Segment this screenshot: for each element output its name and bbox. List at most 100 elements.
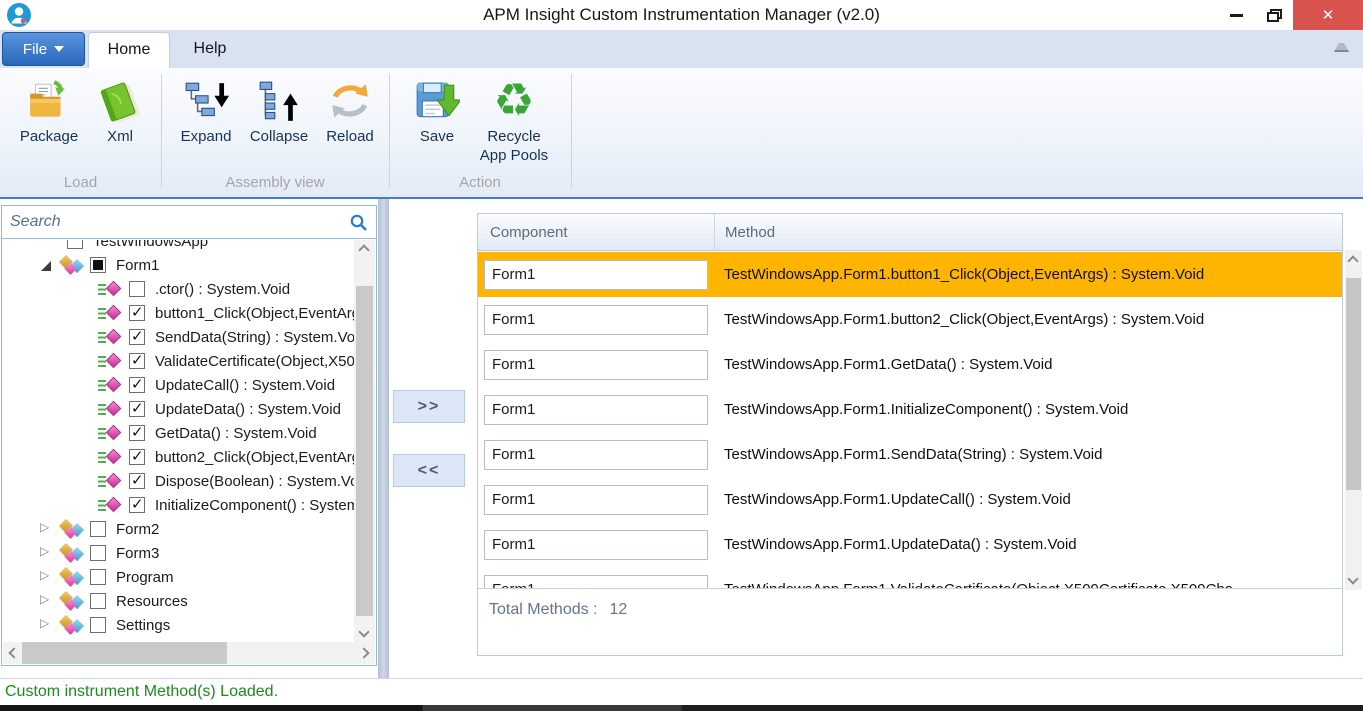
scrollbar-thumb[interactable]	[356, 286, 373, 616]
table-row[interactable]: Form1 TestWindowsApp.Form1.ValidateCerti…	[478, 567, 1342, 589]
tree-item-checkbox[interactable]	[129, 305, 145, 321]
component-input[interactable]: Form1	[484, 305, 708, 335]
table-header: Component Method	[478, 214, 1342, 251]
minimize-button[interactable]	[1217, 0, 1255, 30]
tree-item[interactable]: Form3	[3, 541, 355, 565]
tree-item[interactable]: Dispose(Boolean) : System.Void	[3, 469, 355, 493]
expand-button[interactable]: Expand	[171, 73, 241, 146]
tree-item[interactable]: Program	[3, 565, 355, 589]
tree-item-checkbox[interactable]	[129, 401, 145, 417]
column-header-method[interactable]: Method	[714, 214, 1342, 250]
recycle-app-pools-button[interactable]: ♻ Recycle App Pools	[470, 73, 558, 165]
table-row[interactable]: Form1 TestWindowsApp.Form1.UpdateData() …	[478, 522, 1342, 567]
total-methods-value: 12	[610, 601, 628, 619]
tree-item-checkbox[interactable]	[129, 353, 145, 369]
component-input[interactable]: Form1	[484, 530, 708, 560]
tree-item[interactable]: UpdateData() : System.Void	[3, 397, 355, 421]
tree-item-checkbox[interactable]	[90, 521, 106, 537]
package-button[interactable]: Package	[8, 73, 90, 146]
tree-item-checkbox[interactable]	[90, 545, 106, 561]
tree-horizontal-scrollbar[interactable]	[3, 642, 375, 664]
search-input[interactable]	[2, 206, 376, 238]
collapse-button[interactable]: Collapse	[243, 73, 315, 146]
component-input[interactable]: Form1	[484, 485, 708, 515]
close-icon: ✕	[1322, 6, 1335, 24]
table-row[interactable]: Form1 TestWindowsApp.Form1.button2_Click…	[478, 297, 1342, 342]
tree-item[interactable]: GetData() : System.Void	[3, 421, 355, 445]
tree-item-icon	[58, 544, 84, 563]
scrollbar-thumb[interactable]	[1346, 278, 1361, 490]
tree-expander-icon[interactable]	[39, 259, 53, 272]
scroll-down-icon[interactable]	[1347, 573, 1358, 584]
table-vertical-scrollbar[interactable]	[1345, 250, 1362, 590]
tab-home[interactable]: Home	[88, 32, 170, 68]
table-row[interactable]: Form1 TestWindowsApp.Form1.SendData(Stri…	[478, 432, 1342, 477]
tree-item[interactable]: Form2	[3, 517, 355, 541]
scroll-up-icon[interactable]	[1347, 255, 1358, 266]
table-row[interactable]: Form1 TestWindowsApp.Form1.GetData() : S…	[478, 342, 1342, 387]
tree-item[interactable]: InitializeComponent() : System.Void	[3, 493, 355, 517]
search-icon[interactable]	[349, 213, 368, 232]
tree-item-checkbox[interactable]	[90, 617, 106, 633]
recycle-app-pools-label: Recycle App Pools	[474, 127, 554, 165]
collapse-ribbon-icon[interactable]	[1334, 43, 1349, 52]
tree-item-checkbox[interactable]	[90, 569, 106, 585]
tree-expander-icon[interactable]	[39, 595, 53, 608]
reload-icon	[327, 73, 373, 125]
component-input[interactable]: Form1	[484, 350, 708, 380]
tree-item[interactable]: Settings	[3, 613, 355, 637]
tree-item-checkbox[interactable]	[129, 473, 145, 489]
column-header-component[interactable]: Component	[478, 224, 714, 241]
table-row[interactable]: Form1 TestWindowsApp.Form1.InitializeCom…	[478, 387, 1342, 432]
tree-item[interactable]: TestWindowsApp	[3, 240, 355, 253]
tree-item-checkbox[interactable]	[129, 425, 145, 441]
file-menu-button[interactable]: File	[2, 32, 85, 66]
save-button[interactable]: Save	[408, 73, 466, 146]
methods-table-body[interactable]: Form1 TestWindowsApp.Form1.button1_Click…	[478, 252, 1342, 589]
component-input[interactable]: Form1	[484, 395, 708, 425]
tree-expander-icon[interactable]	[39, 571, 53, 584]
tree-item-checkbox[interactable]	[129, 449, 145, 465]
close-button[interactable]: ✕	[1293, 0, 1363, 30]
remove-methods-button[interactable]: <<	[393, 454, 465, 487]
tree-item-checkbox[interactable]	[129, 281, 145, 297]
tree-item-checkbox[interactable]	[129, 329, 145, 345]
xml-button[interactable]: Xml	[92, 73, 148, 146]
tree-item-checkbox[interactable]	[90, 593, 106, 609]
tree-item[interactable]: button2_Click(Object,EventArgs) : System…	[3, 445, 355, 469]
tree-expander-icon[interactable]	[39, 619, 53, 632]
table-row[interactable]: Form1 TestWindowsApp.Form1.UpdateCall() …	[478, 477, 1342, 522]
tree-item[interactable]: button1_Click(Object,EventArgs) : System…	[3, 301, 355, 325]
panel-splitter[interactable]	[378, 199, 389, 678]
assembly-tree[interactable]: TestWindowsApp Form1	[3, 240, 355, 642]
tree-item-checkbox[interactable]	[129, 497, 145, 513]
tab-help[interactable]: Help	[172, 30, 248, 68]
tree-item-checkbox[interactable]	[67, 240, 83, 249]
tree-item[interactable]: UpdateCall() : System.Void	[3, 373, 355, 397]
tree-item-icon	[97, 472, 123, 491]
tree-item-checkbox[interactable]	[90, 257, 106, 273]
tree-expander-icon[interactable]	[39, 523, 53, 536]
tree-item[interactable]: ValidateCertificate(Object,X509Certifica…	[3, 349, 355, 373]
scrollbar-thumb[interactable]	[22, 642, 227, 664]
tree-item[interactable]: SendData(String) : System.Void	[3, 325, 355, 349]
scroll-right-icon[interactable]	[358, 647, 369, 658]
tree-item[interactable]: .ctor() : System.Void	[3, 277, 355, 301]
add-methods-button[interactable]: >>	[393, 390, 465, 423]
reload-button[interactable]: Reload	[316, 73, 384, 146]
tree-item-checkbox[interactable]	[129, 377, 145, 393]
component-input[interactable]: Form1	[484, 440, 708, 470]
tree-item[interactable]: Form1	[3, 253, 355, 277]
tree-item-label: TestWindowsApp	[93, 240, 208, 250]
scroll-down-icon[interactable]	[358, 626, 369, 637]
restore-button[interactable]	[1255, 0, 1293, 30]
tree-item[interactable]: Resources	[3, 589, 355, 613]
table-row[interactable]: Form1 TestWindowsApp.Form1.button1_Click…	[478, 252, 1342, 297]
component-input[interactable]: Form1	[484, 260, 708, 290]
method-cell: TestWindowsApp.Form1.UpdateData() : Syst…	[714, 536, 1077, 553]
tree-expander-icon[interactable]	[39, 547, 53, 560]
scroll-up-icon[interactable]	[358, 244, 369, 255]
scroll-left-icon[interactable]	[8, 647, 19, 658]
tree-vertical-scrollbar[interactable]	[354, 240, 375, 642]
component-input[interactable]: Form1	[484, 575, 708, 590]
